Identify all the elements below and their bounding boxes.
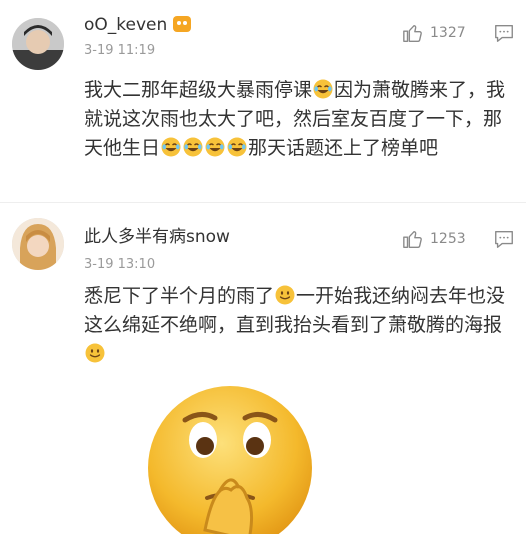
comment-icon[interactable] [493,228,515,250]
comment-text-run: 悉尼下了半个月的雨了 [84,285,275,307]
like-count: 1253 [430,231,466,247]
username[interactable]: 此人多半有病snow [84,226,230,248]
thumbs-up-icon [403,230,422,248]
comment-text-run: 那天话题还上了榜单吧 [248,137,439,159]
laugh-cry-emoji-icon [313,79,333,99]
comment-text: 悉尼下了半个月的雨了 一开始我还纳闷去年也没这么绵延不绝啊，直到我抬头看到了萧敬腾… [84,282,514,369]
timestamp: 3-19 11:19 [84,43,156,58]
avatar[interactable] [12,18,64,70]
username-text[interactable]: 此人多半有病snow [84,227,230,247]
laugh-cry-emoji-icon [161,137,181,157]
thumbs-up-icon [403,24,422,42]
vip-badge-icon [173,16,192,32]
divider [0,202,526,203]
laugh-cry-emoji-icon [227,137,247,157]
timestamp: 3-19 13:10 [84,257,156,272]
peeking-emoji-sticker [145,380,315,534]
comment-item: oO_keven 3-19 11:19 1327 我大二那年超级大暴雨停课 因为萧… [0,0,526,200]
comment-text: 我大二那年超级大暴雨停课 因为萧敬腾来了，我就说这次雨也太大了吧，然后室友百度了一… [84,76,514,163]
smile-emoji-icon [85,343,105,363]
like-button[interactable]: 1253 [402,228,466,250]
comment-item: 此人多半有病snow 3-19 13:10 1253 悉尼下了半个月的雨了 一开始… [0,210,526,380]
comment-icon[interactable] [493,22,515,44]
like-count: 1327 [430,25,466,41]
avatar[interactable] [12,218,64,270]
like-button[interactable]: 1327 [402,22,466,44]
username[interactable]: oO_keven [84,14,192,36]
laugh-cry-emoji-icon [205,137,225,157]
comment-text-run: 我大二那年超级大暴雨停课 [84,79,313,101]
smile-emoji-icon [275,285,295,305]
laugh-cry-emoji-icon [183,137,203,157]
username-text[interactable]: oO_keven [84,15,167,35]
